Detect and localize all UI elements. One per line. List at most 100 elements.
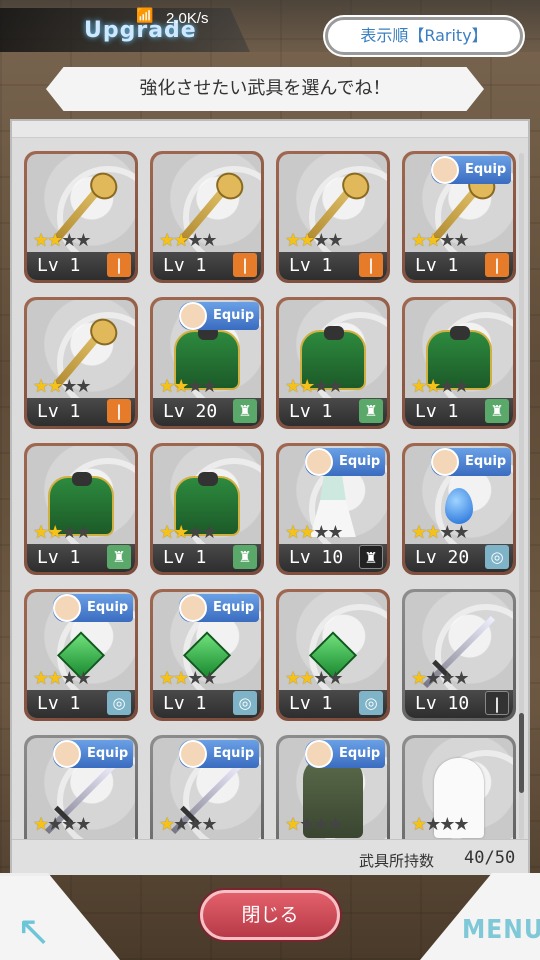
scrollbar[interactable] [519, 153, 524, 839]
star-empty-icon: ★ [187, 814, 203, 835]
equipment-panel: ★★★★ Lv 1 | ★★★★ Lv 1 | ★★★★ Lv 1 | ★★★★ Lv 1 | Equi… [10, 119, 530, 875]
rarity-stars: ★★★★ [285, 230, 344, 251]
star-filled-icon: ★ [33, 376, 49, 397]
rarity-stars: ★★★★ [33, 522, 92, 543]
card-inner: ★★★★ Lv 1 ♜ [279, 300, 387, 426]
star-empty-icon: ★ [61, 230, 77, 251]
neck-type-icon: ◎ [485, 545, 509, 569]
level-bar: Lv 1 ♜ [279, 398, 387, 426]
equipment-card[interactable]: ★★★★ Lv 10 | [402, 589, 516, 721]
rarity-stars: ★★★★ [33, 230, 92, 251]
star-empty-icon: ★ [75, 814, 91, 835]
equip-badge: Equip [305, 448, 385, 476]
star-empty-icon: ★ [187, 668, 203, 689]
menu-button[interactable]: MENU [462, 915, 540, 945]
star-filled-icon: ★ [173, 668, 189, 689]
star-empty-icon: ★ [327, 668, 343, 689]
star-empty-icon: ★ [313, 376, 329, 397]
scrollbar-thumb[interactable] [519, 713, 524, 793]
rarity-stars: ★★★★ [159, 814, 218, 835]
equipment-card[interactable]: ★★★★ Lv 1 ◎ Equip [24, 589, 138, 721]
sword-type-icon: | [485, 691, 509, 715]
rarity-stars: ★★★★ [33, 814, 92, 835]
sort-button[interactable]: 表示順【Rarity】 [325, 17, 523, 55]
level-bar: Lv 1 | [405, 252, 513, 280]
star-filled-icon: ★ [411, 230, 427, 251]
star-filled-icon: ★ [411, 376, 427, 397]
equip-badge: Equip [431, 156, 511, 184]
level-bar: Lv 20 ♜ [153, 398, 261, 426]
equipment-card[interactable]: ★★★★ Lv 1 | [276, 151, 390, 283]
equipment-card[interactable]: ★★★★ Lv 1 | [24, 151, 138, 283]
equipment-card[interactable]: ★★★★ Equip [276, 735, 390, 839]
star-empty-icon: ★ [201, 376, 217, 397]
star-empty-icon: ★ [47, 814, 63, 835]
character-avatar [53, 594, 81, 622]
equipment-card[interactable]: ★★★★ Lv 1 ◎ [276, 589, 390, 721]
level-text: Lv 1 [289, 693, 333, 714]
equipment-card[interactable]: ★★★★ Lv 1 ♜ [24, 443, 138, 575]
rarity-stars: ★★★★ [159, 230, 218, 251]
star-filled-icon: ★ [411, 668, 427, 689]
star-filled-icon: ★ [47, 376, 63, 397]
equipment-card[interactable]: ★★★★ Lv 1 | Equip [402, 151, 516, 283]
card-inner: ★★★★ Lv 1 ◎ Equip [153, 592, 261, 718]
star-filled-icon: ★ [173, 230, 189, 251]
level-bar: Lv 1 ◎ [279, 690, 387, 718]
rarity-stars: ★★★★ [285, 376, 344, 397]
equipment-card[interactable]: ★★★★ Lv 1 ♜ [150, 443, 264, 575]
star-filled-icon: ★ [33, 668, 49, 689]
close-button[interactable]: 閉じる [200, 890, 340, 940]
armor2-type-icon: ♜ [359, 545, 383, 569]
star-empty-icon: ★ [327, 376, 343, 397]
star-empty-icon: ★ [453, 376, 469, 397]
star-filled-icon: ★ [425, 522, 441, 543]
level-bar: Lv 1 ◎ [27, 690, 135, 718]
rarity-stars: ★★★★ [285, 668, 344, 689]
equip-badge: Equip [53, 740, 133, 768]
staff-type-icon: | [485, 253, 509, 277]
star-empty-icon: ★ [425, 668, 441, 689]
star-filled-icon: ★ [47, 668, 63, 689]
star-empty-icon: ★ [313, 814, 329, 835]
star-empty-icon: ★ [75, 376, 91, 397]
star-filled-icon: ★ [411, 814, 427, 835]
character-avatar [53, 740, 81, 768]
character-avatar [431, 156, 459, 184]
card-inner: ★★★★ Lv 1 ◎ [279, 592, 387, 718]
back-arrow-icon[interactable]: ↖ [16, 910, 72, 952]
star-empty-icon: ★ [75, 522, 91, 543]
equipment-grid[interactable]: ★★★★ Lv 1 | ★★★★ Lv 1 | ★★★★ Lv 1 | ★★★★ Lv 1 | Equi… [24, 151, 518, 839]
star-filled-icon: ★ [47, 230, 63, 251]
star-empty-icon: ★ [61, 522, 77, 543]
star-empty-icon: ★ [439, 376, 455, 397]
star-filled-icon: ★ [285, 668, 301, 689]
level-bar: Lv 1 ♜ [405, 398, 513, 426]
rarity-stars: ★★★★ [159, 524, 218, 542]
star-empty-icon: ★ [201, 814, 217, 835]
equipment-card[interactable]: ★★★★ Lv 1 | [150, 151, 264, 283]
staff-type-icon: | [107, 253, 131, 277]
card-inner: ★★★★ Equip [27, 738, 135, 839]
equip-badge: Equip [305, 740, 385, 768]
card-inner: ★★★★ Lv 20 ♜ Equip [153, 300, 261, 426]
equipment-card[interactable]: ★★★★ Lv 10 ♜ Equip [276, 443, 390, 575]
level-text: Lv 1 [415, 255, 459, 276]
panel-header [12, 121, 528, 138]
equipment-card[interactable]: ★★★★ Lv 1 ♜ [402, 297, 516, 429]
equipment-count: 40/50 [464, 848, 516, 868]
rarity-stars: ★★★★ [33, 376, 92, 397]
equipment-card[interactable]: ★★★★ Equip [150, 735, 264, 839]
equipment-card[interactable]: ★★★★ [402, 735, 516, 839]
level-text: Lv 1 [289, 401, 333, 422]
star-filled-icon: ★ [299, 230, 315, 251]
card-inner: ★★★★ Equip [279, 738, 387, 839]
equipment-card[interactable]: ★★★★ Lv 20 ◎ Equip [402, 443, 516, 575]
level-bar: Lv 1 | [153, 252, 261, 280]
equipment-card[interactable]: ★★★★ Lv 1 ◎ Equip [150, 589, 264, 721]
equipment-card[interactable]: ★★★★ Equip [24, 735, 138, 839]
panel-footer: 武具所持数 40/50 [12, 839, 528, 875]
equipment-card[interactable]: ★★★★ Lv 1 | [24, 297, 138, 429]
equipment-card[interactable]: ★★★★ Lv 20 ♜ Equip [150, 297, 264, 429]
equipment-card[interactable]: ★★★★ Lv 1 ♜ [276, 297, 390, 429]
